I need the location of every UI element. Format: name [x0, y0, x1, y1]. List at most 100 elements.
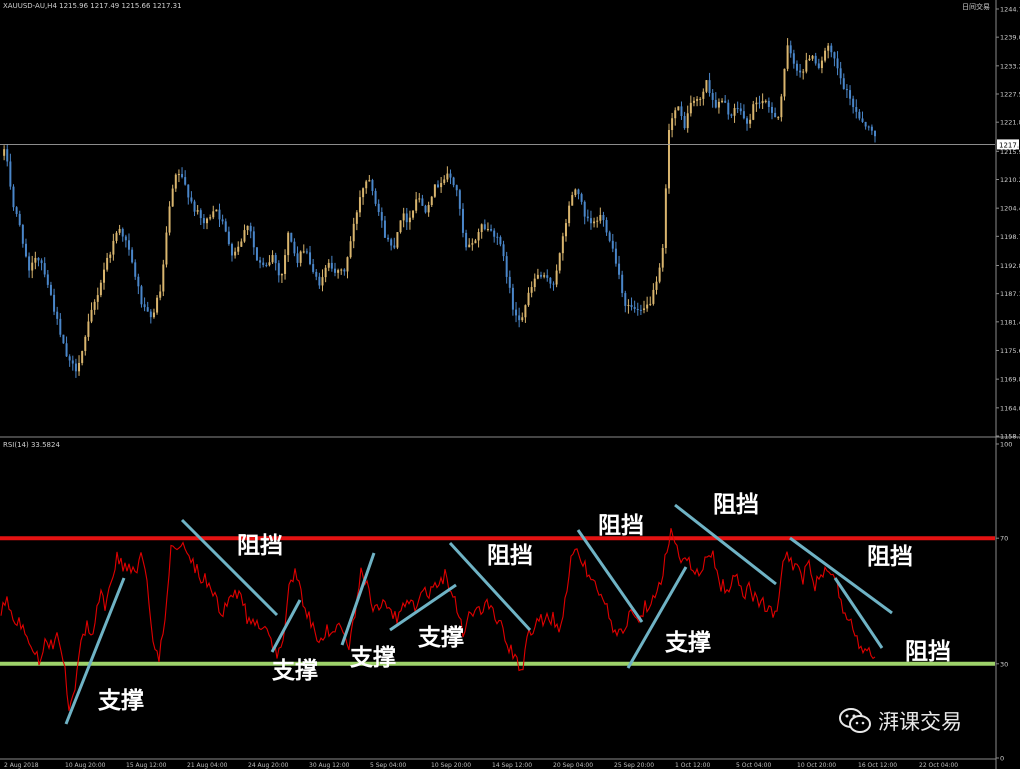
price-candle [558, 253, 561, 271]
price-candle [196, 210, 199, 212]
price-candle [209, 217, 212, 219]
price-candle [795, 63, 798, 71]
price-tick-label: 1181.4 [1000, 318, 1020, 326]
price-candle [115, 232, 118, 241]
annotation-label: 支撑 [417, 625, 464, 651]
price-candle [540, 274, 543, 277]
price-candle [12, 186, 15, 208]
price-candle [733, 108, 736, 116]
price-candle [546, 275, 549, 278]
annotation-label: 阻挡 [905, 639, 951, 665]
time-tick-label: 30 Aug 12:00 [309, 762, 350, 769]
price-candle [377, 203, 380, 213]
price-candle [630, 304, 633, 308]
price-candle [802, 71, 805, 73]
chart-stage: 1217.3 1244.71239.01233.21227.51221.8121… [0, 0, 1020, 769]
price-candle [527, 292, 530, 306]
price-candle [346, 257, 349, 272]
price-tick-label: 1210.2 [1000, 176, 1020, 184]
price-candle [146, 307, 149, 312]
price-candle [561, 236, 564, 254]
time-tick-label: 16 Oct 12:00 [858, 762, 897, 769]
price-candle [702, 91, 705, 99]
price-candle [714, 99, 717, 108]
price-candle [405, 213, 408, 223]
price-candle [383, 220, 386, 238]
price-candle [480, 224, 483, 233]
time-tick-label: 10 Aug 20:00 [65, 762, 106, 769]
price-candle [74, 363, 77, 372]
price-candle [337, 270, 340, 273]
price-candle [508, 276, 511, 288]
price-candle [586, 216, 589, 219]
price-candle [530, 287, 533, 293]
price-candle [112, 240, 115, 255]
price-candle [524, 305, 527, 318]
price-candle [755, 102, 758, 105]
price-candle [614, 248, 617, 264]
price-candle [792, 53, 795, 64]
price-candle [340, 269, 343, 271]
price-candle [752, 104, 755, 120]
price-candle [28, 256, 31, 271]
price-candle [280, 273, 283, 276]
price-tick-label: 1244.7 [1000, 6, 1020, 14]
price-candle [265, 265, 268, 267]
price-candle [761, 100, 764, 104]
price-candle [171, 188, 174, 207]
price-candle [293, 241, 296, 254]
price-candle [624, 293, 627, 306]
price-candle [90, 309, 93, 322]
price-candle [121, 228, 124, 237]
price-tick-label: 1239.0 [1000, 34, 1020, 42]
price-candle [259, 260, 262, 263]
watermark-text: 湃课交易 [878, 710, 962, 734]
price-candle [18, 213, 21, 225]
price-candle [577, 189, 580, 195]
price-candle [533, 278, 536, 288]
price-candle [830, 45, 833, 53]
price-candle [780, 96, 783, 118]
price-candle [874, 130, 876, 137]
price-candle [349, 241, 352, 258]
price-candle [643, 308, 646, 310]
price-candle [321, 277, 324, 286]
time-tick-label: 10 Sep 20:00 [431, 762, 471, 769]
price-candle [564, 223, 567, 237]
price-candle [817, 63, 820, 69]
price-candle [424, 205, 427, 213]
price-candle [455, 185, 458, 191]
price-candle [218, 209, 221, 220]
price-candle [131, 249, 134, 263]
price-candle [221, 219, 224, 222]
price-candle [483, 224, 486, 230]
price-candle [749, 119, 752, 124]
price-candle [583, 201, 586, 217]
price-candle [333, 268, 336, 273]
price-candle [290, 232, 293, 242]
price-candle [496, 236, 499, 238]
price-candle [68, 356, 71, 361]
price-candle [274, 255, 277, 264]
price-candle [521, 317, 524, 321]
price-candle [636, 309, 639, 311]
annotation-label: 阻挡 [487, 543, 533, 569]
time-tick-label: 5 Sep 04:00 [370, 762, 406, 769]
price-candle [237, 246, 240, 252]
price-candle [689, 102, 692, 114]
time-tick-label: 10 Oct 20:00 [797, 762, 836, 769]
price-candle [739, 108, 742, 112]
price-candle [827, 45, 830, 51]
price-candle [156, 297, 159, 313]
time-tick-label: 2 Aug 2018 [4, 762, 39, 769]
annotation-label: 支撑 [349, 645, 396, 671]
rsi-tick-label: 100 [1000, 441, 1012, 449]
price-candle [6, 149, 9, 162]
annotation-label: 阻挡 [713, 492, 759, 518]
price-candle [655, 281, 658, 290]
time-tick-label: 1 Oct 12:00 [675, 762, 710, 769]
time-tick-label: 22 Oct 04:00 [919, 762, 958, 769]
price-candle [40, 260, 43, 264]
price-candle [3, 149, 6, 156]
price-candle [611, 240, 614, 249]
